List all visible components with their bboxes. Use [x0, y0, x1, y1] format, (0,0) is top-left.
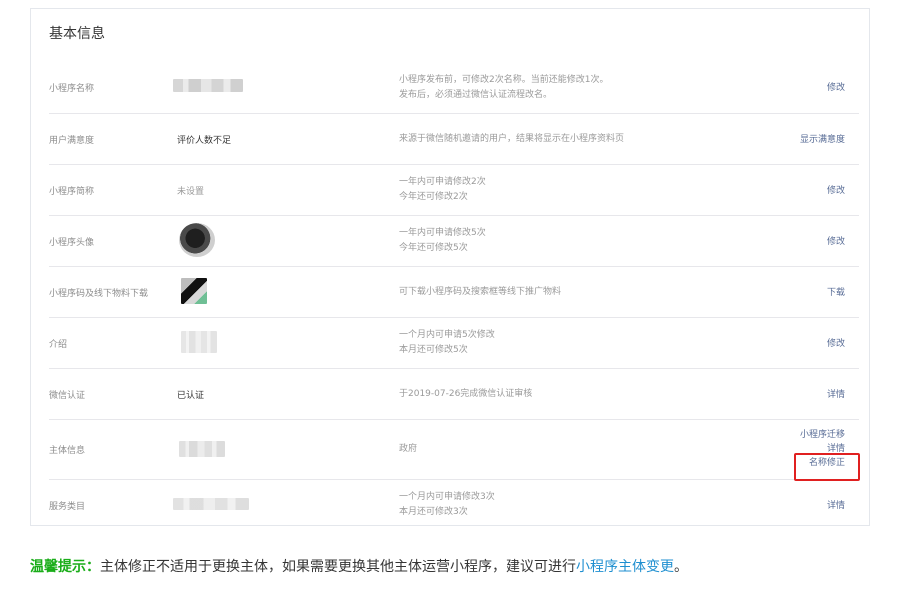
- row-label: 服务类目: [49, 502, 86, 512]
- edit-short-name-link[interactable]: 修改: [827, 184, 845, 198]
- basic-info-panel: 基本信息 小程序名称 小程序发布前，可修改2次名称。当前还能修改1次。 发布后，…: [30, 8, 870, 526]
- row-label: 主体信息: [49, 446, 86, 456]
- row-description: 于2019-07-26完成微信认证审核: [399, 387, 532, 402]
- row-label: 小程序名称: [49, 84, 95, 94]
- row-description: 可下载小程序码及搜索框等线下推广物料: [399, 285, 561, 300]
- row-actions: 详情: [827, 499, 845, 513]
- row-label: 小程序码及线下物料下载: [49, 289, 149, 299]
- row-value: 已认证: [177, 391, 205, 401]
- row-description: 一个月内可申请5次修改 本月还可修改5次: [399, 328, 495, 358]
- blurred-entity-value: [179, 441, 225, 457]
- row-label: 微信认证: [49, 391, 86, 401]
- blurred-name-value: [173, 79, 243, 92]
- desc-line-1: 一个月内可申请修改3次: [399, 492, 495, 502]
- tip-label: 温馨提示：: [30, 559, 100, 575]
- row-label: 小程序头像: [49, 238, 95, 248]
- row-description: 一年内可申请修改2次 今年还可修改2次: [399, 175, 486, 205]
- verification-details-link[interactable]: 详情: [827, 388, 845, 402]
- row-user-satisfaction: 用户满意度 评价人数不足 来源于微信随机邀请的用户，结果将显示在小程序资料页 显…: [49, 113, 859, 165]
- row-actions: 修改: [827, 235, 845, 249]
- desc-line-1: 一年内可申请修改5次: [399, 228, 486, 238]
- row-mini-program-name: 小程序名称 小程序发布前，可修改2次名称。当前还能修改1次。 发布后，必须通过微…: [49, 61, 859, 114]
- row-description: 政府: [399, 442, 417, 457]
- row-actions: 修改: [827, 184, 845, 198]
- row-short-name: 小程序简称 未设置 一年内可申请修改2次 今年还可修改2次 修改: [49, 164, 859, 216]
- row-label: 用户满意度: [49, 136, 95, 146]
- tip-text: 主体修正不适用于更换主体，如果需要更换其他主体运营小程序，建议可进行: [100, 559, 576, 575]
- category-details-link[interactable]: 详情: [827, 499, 845, 513]
- row-avatar: 小程序头像 一年内可申请修改5次 今年还可修改5次 修改: [49, 215, 859, 267]
- row-label: 介绍: [49, 340, 68, 350]
- panel-title: 基本信息: [49, 26, 105, 42]
- row-description: 来源于微信随机邀请的用户，结果将显示在小程序资料页: [399, 132, 624, 147]
- row-actions: 下载: [827, 286, 845, 300]
- desc-line-1: 可下载小程序码及搜索框等线下推广物料: [399, 287, 562, 297]
- row-description: 一年内可申请修改5次 今年还可修改5次: [399, 226, 486, 256]
- desc-line-2: 发布后，必须通过微信认证流程改名。: [399, 90, 553, 100]
- row-actions: 显示满意度: [800, 133, 845, 147]
- row-introduction: 介绍 一个月内可申请5次修改 本月还可修改5次 修改: [49, 317, 859, 369]
- blurred-avatar-image: [179, 223, 215, 257]
- desc-line-2: 本月还可修改3次: [399, 507, 468, 517]
- edit-avatar-link[interactable]: 修改: [827, 235, 845, 249]
- desc-line-1: 于2019-07-26完成微信认证审核: [399, 389, 533, 399]
- edit-name-link[interactable]: 修改: [827, 81, 845, 95]
- row-actions: 修改: [827, 337, 845, 351]
- desc-line-1: 来源于微信随机邀请的用户，结果将显示在小程序资料页: [399, 134, 625, 144]
- entity-change-link[interactable]: 小程序主体变更: [576, 559, 674, 575]
- tip-end: 。: [674, 559, 688, 575]
- row-value: 评价人数不足: [177, 136, 232, 146]
- row-label: 小程序简称: [49, 187, 95, 197]
- name-correction-highlight-box: [794, 453, 860, 481]
- row-description: 一个月内可申请修改3次 本月还可修改3次: [399, 490, 495, 520]
- row-description: 小程序发布前，可修改2次名称。当前还能修改1次。 发布后，必须通过微信认证流程改…: [399, 73, 608, 103]
- desc-line-1: 一年内可申请修改2次: [399, 177, 486, 187]
- warm-tip: 温馨提示：主体修正不适用于更换主体，如果需要更换其他主体运营小程序，建议可进行小…: [30, 556, 688, 576]
- edit-introduction-link[interactable]: 修改: [827, 337, 845, 351]
- desc-line-2: 今年还可修改5次: [399, 243, 468, 253]
- blurred-qr-code-image: [181, 278, 207, 304]
- row-wechat-verification: 微信认证 已认证 于2019-07-26完成微信认证审核 详情: [49, 368, 859, 420]
- row-service-category: 服务类目 一个月内可申请修改3次 本月还可修改3次 详情: [49, 479, 859, 527]
- row-actions: 详情: [827, 388, 845, 402]
- desc-line-1: 小程序发布前，可修改2次名称。当前还能修改1次。: [399, 75, 609, 85]
- row-entity-info: 主体信息 政府 小程序迁移 详情 名称修正: [49, 419, 859, 480]
- desc-line-2: 今年还可修改2次: [399, 192, 468, 202]
- row-value: 未设置: [177, 187, 205, 197]
- download-link[interactable]: 下载: [827, 286, 845, 300]
- blurred-introduction-value: [181, 331, 217, 353]
- blurred-category-value: [173, 498, 249, 510]
- desc-line-1: 政府: [399, 444, 418, 454]
- desc-line-2: 本月还可修改5次: [399, 345, 468, 355]
- row-qr-code: 小程序码及线下物料下载 可下载小程序码及搜索框等线下推广物料 下载: [49, 266, 859, 318]
- row-actions: 修改: [827, 81, 845, 95]
- migrate-mini-program-link[interactable]: 小程序迁移: [800, 428, 845, 442]
- desc-line-1: 一个月内可申请5次修改: [399, 330, 495, 340]
- show-satisfaction-link[interactable]: 显示满意度: [800, 133, 845, 147]
